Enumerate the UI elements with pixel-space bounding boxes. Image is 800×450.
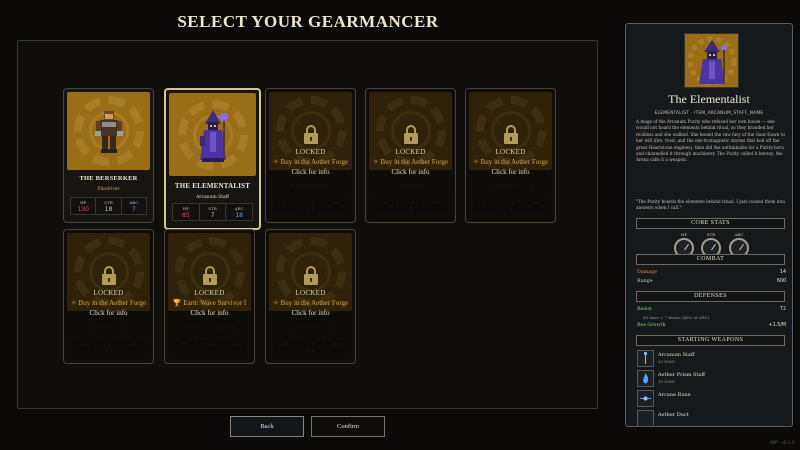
unlock-requirement: ✧ Buy in the Aether Forge	[472, 158, 549, 166]
unlock-requirement: 🏆 Earn: Wave Survivor I	[172, 299, 247, 307]
elementalist-sprite	[687, 36, 737, 86]
info-link[interactable]: Click for info	[165, 309, 254, 317]
character-card-locked[interactable]: Hub Seeker HP STR10 ARC LOCKED ✧ Buy in …	[63, 229, 154, 364]
character-description: A mage of the Arcanum Purity who refused…	[636, 119, 785, 163]
lock-icon	[101, 266, 116, 285]
locked-label: LOCKED	[295, 148, 326, 156]
card-name: THE BERSERKER	[79, 175, 138, 182]
character-card-locked[interactable]: Forgeside Flamer HP STR11 ARC LOCKED ✧ B…	[265, 229, 356, 364]
stat-label: STR	[208, 206, 217, 211]
weapon-item[interactable]: Aether Duct	[637, 410, 787, 426]
page-title: SELECT YOUR GEARMANCER	[177, 12, 439, 31]
combat-range-row: Range 600	[637, 279, 786, 284]
character-quote: "The Purity hoards the elements behind r…	[636, 199, 786, 211]
berserker-sprite	[94, 111, 123, 153]
stat-label: ARC	[129, 200, 139, 205]
starting-weapons-header: STARTING WEAPONS	[636, 335, 785, 346]
card-name: THE ELEMENTALIST	[174, 182, 251, 190]
stat-hp: 130	[77, 206, 89, 213]
locked-label: LOCKED	[93, 289, 124, 297]
lock-icon	[303, 125, 318, 144]
character-detail-panel: The Elementalist ELEMENTALIST · ITEM_ARC…	[625, 23, 793, 427]
unlock-requirement: ✧ Buy in the Aether Forge	[272, 299, 349, 307]
locked-label: LOCKED	[194, 289, 225, 297]
card-stats: HP 85 STR 7 ARC 18	[172, 203, 253, 221]
character-grid: THE BERSERKER Piledriver HP 130 STR 18 ARC…	[17, 40, 598, 409]
stat-arc: 7	[131, 206, 136, 213]
info-link[interactable]: Click for info	[266, 309, 355, 317]
character-portrait	[684, 33, 739, 88]
resist-note: 65 base + 7 bonus (40% of ARC)	[643, 315, 710, 320]
weapon-item[interactable]: Aether Prism Staff 15 DMG	[637, 370, 787, 388]
character-card-locked[interactable]: Felling Hound HP STR8 ARC LOCKED ✧ Buy i…	[365, 88, 456, 223]
lock-icon	[202, 266, 217, 285]
confirm-button[interactable]: Confirm	[311, 416, 385, 437]
info-link[interactable]: Click for info	[366, 168, 455, 176]
stat-str: 7	[210, 212, 215, 219]
rune-icon	[637, 390, 654, 407]
stat-str: 18	[104, 206, 113, 213]
character-card-locked[interactable]: Forgeside Flamer HP STR13 ARC LOCKED ✧ B…	[265, 88, 356, 223]
card-art	[67, 92, 150, 170]
character-card-berserker[interactable]: THE BERSERKER Piledriver HP 130 STR 18 ARC…	[63, 88, 154, 223]
character-name: The Elementalist	[668, 92, 750, 106]
stat-label: STR	[104, 200, 113, 205]
character-card-locked[interactable]: Resonance Arc Staff HP STR5 ARC LOCKED ✧…	[465, 88, 556, 223]
weapon-item[interactable]: Arcanum Staff 20 DMG	[637, 350, 787, 368]
character-card-locked[interactable]: Pure Resonance Lance HP STR ARC LOCKED 🏆…	[164, 229, 255, 364]
locked-label: LOCKED	[395, 148, 426, 156]
weapon-item[interactable]: Arcane Rune	[637, 390, 787, 408]
version-label: WIP · v0.1.4	[770, 440, 794, 445]
card-art	[169, 93, 256, 176]
stat-label: HP	[182, 206, 189, 211]
stat-arc: 18	[235, 212, 243, 219]
elementalist-sprite	[199, 109, 228, 162]
stat-label: ARC	[234, 206, 244, 211]
locked-label: LOCKED	[295, 289, 326, 297]
regen-row: Res Growth +1.5/M	[637, 323, 786, 328]
back-button[interactable]: Back	[230, 416, 304, 437]
combat-damage-row: Damage 14	[637, 270, 786, 275]
staff-icon	[637, 350, 654, 367]
lock-icon	[503, 125, 518, 144]
card-weapon: Arcanum Staff	[196, 195, 229, 200]
card-weapon: Piledriver	[97, 187, 120, 192]
locked-label: LOCKED	[495, 148, 526, 156]
character-subtitle: ELEMENTALIST · ITEM_ARCANUM_STAFF_NAME	[654, 110, 764, 115]
resist-row: Resist 72	[637, 307, 786, 312]
flame-icon	[637, 370, 654, 387]
combat-header: COMBAT	[636, 254, 785, 265]
unlock-requirement: ✧ Buy in the Aether Forge	[70, 299, 147, 307]
card-stats: HP 130 STR 18 ARC 7	[70, 197, 147, 215]
info-link[interactable]: Click for info	[64, 309, 153, 317]
lock-icon	[303, 266, 318, 285]
info-link[interactable]: Click for info	[466, 168, 555, 176]
unlock-requirement: ✧ Buy in the Aether Forge	[372, 158, 449, 166]
character-card-elementalist[interactable]: THE ELEMENTALIST Arcanum Staff HP 85 STR 7…	[164, 88, 261, 230]
stat-hp: 85	[182, 212, 190, 219]
lock-icon	[403, 125, 418, 144]
duct-icon	[637, 410, 654, 426]
info-link[interactable]: Click for info	[266, 168, 355, 176]
defenses-header: DEFENSES	[636, 291, 785, 302]
unlock-requirement: ✧ Buy in the Aether Forge	[272, 158, 349, 166]
stat-label: HP	[80, 200, 87, 205]
core-stats-header: CORE STATS	[636, 218, 785, 229]
